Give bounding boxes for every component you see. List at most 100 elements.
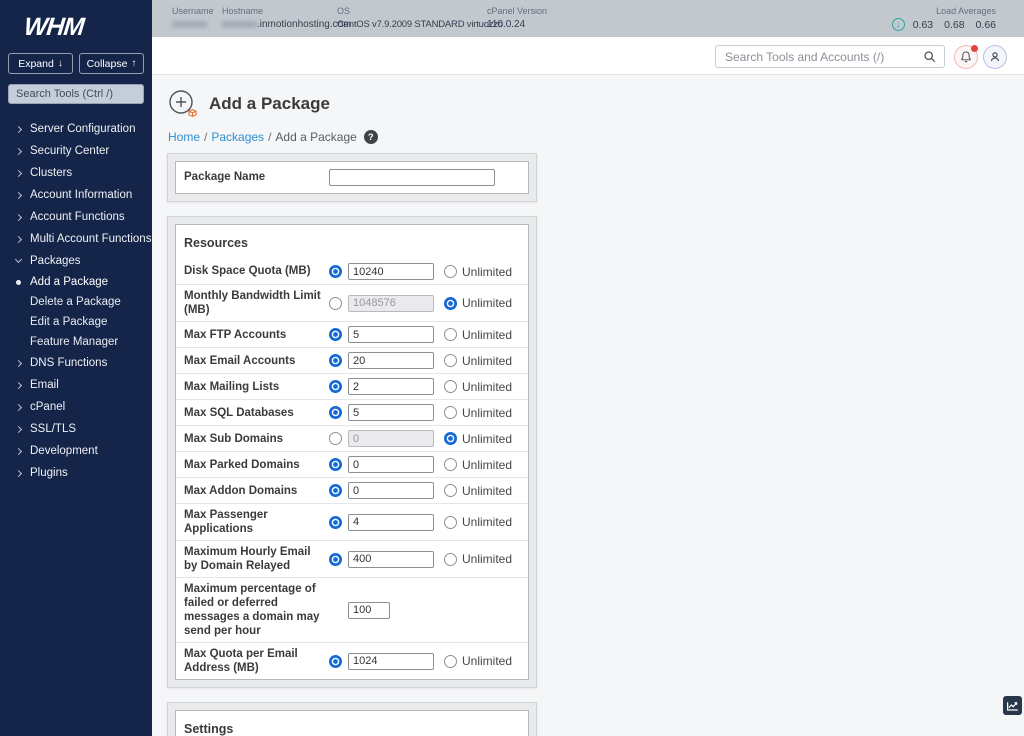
expand-label: Expand	[18, 57, 54, 70]
limit-input[interactable]	[348, 352, 434, 370]
sidebar-item-edit-a-package[interactable]: Edit a Package	[0, 312, 152, 332]
search-icon[interactable]	[923, 50, 937, 64]
sidebar-item-account-functions[interactable]: Account Functions	[0, 206, 152, 228]
chevron-right-icon	[14, 381, 23, 389]
cpanel-version-label: cPanel Version	[487, 6, 548, 16]
sidebar-item-security-center[interactable]: Security Center	[0, 140, 152, 162]
unlimited-radio[interactable]	[444, 354, 457, 368]
breadcrumb: Home / Packages / Add a Package?	[168, 130, 1024, 144]
sidebar-subitem-label: Edit a Package	[30, 316, 108, 328]
sidebar-item-delete-a-package[interactable]: Delete a Package	[0, 292, 152, 312]
help-icon[interactable]: ?	[363, 130, 378, 144]
sidebar-item-account-information[interactable]: Account Information	[0, 184, 152, 206]
sidebar-item-ssl-tls[interactable]: SSL/TLS	[0, 418, 152, 440]
sidebar-item-dns-functions[interactable]: DNS Functions	[0, 352, 152, 374]
unlimited-label: Unlimited	[462, 353, 513, 368]
resource-label: Disk Space Quota (MB)	[184, 265, 311, 278]
limit-input[interactable]	[348, 513, 434, 531]
unlimited-label: Unlimited	[462, 457, 513, 472]
limit-input[interactable]	[348, 456, 434, 474]
breadcrumb-home[interactable]: Home	[168, 130, 200, 144]
limit-value-radio[interactable]	[329, 458, 342, 472]
limit-input[interactable]	[348, 326, 434, 344]
unlimited-radio[interactable]	[444, 654, 457, 668]
sidebar-item-label: Email	[30, 379, 59, 391]
sidebar-item-plugins[interactable]: Plugins	[0, 462, 152, 484]
unlimited-radio[interactable]	[444, 552, 457, 566]
resource-controls: Unlimited	[329, 456, 513, 474]
chevron-right-icon	[14, 125, 23, 133]
limit-input[interactable]	[348, 263, 434, 280]
limit-input[interactable]	[348, 550, 434, 568]
sidebar-item-feature-manager[interactable]: Feature Manager	[0, 332, 152, 352]
chevron-right-icon	[14, 359, 23, 367]
sidebar-item-email[interactable]: Email	[0, 374, 152, 396]
expand-button[interactable]: Expand ↓	[8, 53, 73, 74]
add-package-icon	[169, 90, 197, 118]
limit-input[interactable]	[348, 404, 434, 422]
unlimited-radio[interactable]	[444, 432, 457, 446]
resource-controls: Unlimited	[329, 430, 512, 448]
chevron-right-icon	[14, 469, 23, 477]
bell-icon	[961, 51, 971, 63]
unlimited-radio[interactable]	[444, 380, 457, 394]
unlimited-radio[interactable]	[444, 265, 457, 278]
sidebar-item-cpanel[interactable]: cPanel	[0, 396, 152, 418]
limit-input[interactable]	[348, 430, 434, 448]
sidebar-item-add-a-package[interactable]: Add a Package	[0, 272, 152, 292]
resources-heading: Resources	[184, 236, 248, 250]
sidebar-item-clusters[interactable]: Clusters	[0, 162, 152, 184]
notifications-button[interactable]	[954, 45, 978, 69]
global-search	[715, 45, 945, 68]
sidebar-subitem-label: Feature Manager	[30, 336, 119, 348]
unlimited-radio[interactable]	[444, 515, 457, 529]
user-menu-button[interactable]	[983, 45, 1007, 69]
sidebar-nav: Server Configuration Security Center Clust…	[0, 118, 152, 484]
limit-value-radio[interactable]	[329, 328, 342, 342]
limit-input[interactable]	[348, 482, 434, 500]
resource-row: Max FTP Accounts Unlimited	[176, 322, 528, 349]
resource-row: Max Parked Domains Unlimited	[176, 452, 528, 479]
sidebar-search-input[interactable]	[8, 84, 144, 104]
limit-value-radio[interactable]	[329, 406, 342, 420]
chevron-right-icon	[14, 169, 23, 177]
unlimited-radio[interactable]	[444, 296, 457, 310]
limit-value-radio[interactable]	[329, 484, 342, 498]
unlimited-radio[interactable]	[444, 458, 457, 472]
limit-value-radio[interactable]	[329, 432, 342, 446]
package-name-input[interactable]	[329, 169, 495, 186]
sidebar-subitem-label: Delete a Package	[30, 296, 121, 308]
resource-label: Max Mailing Lists	[184, 380, 280, 393]
stats-fab-button[interactable]	[1003, 696, 1022, 715]
limit-value-radio[interactable]	[329, 654, 342, 668]
sidebar-item-development[interactable]: Development	[0, 440, 152, 462]
limit-value-radio[interactable]	[329, 265, 342, 278]
limit-value-radio[interactable]	[329, 515, 342, 529]
limit-input[interactable]	[348, 601, 390, 619]
limit-input[interactable]	[348, 294, 434, 312]
unlimited-label: Unlimited	[462, 379, 513, 394]
collapse-button[interactable]: Collapse ↑	[79, 53, 144, 74]
resource-label: Max SQL Databases	[184, 406, 294, 419]
sidebar-item-multi-account-functions[interactable]: Multi Account Functions	[0, 228, 152, 250]
limit-value-radio[interactable]	[329, 354, 342, 368]
limit-value-radio[interactable]	[329, 552, 342, 566]
chevron-right-icon	[14, 425, 23, 433]
limit-value-radio[interactable]	[329, 380, 342, 394]
breadcrumb-packages[interactable]: Packages	[211, 130, 264, 144]
resource-controls: Unlimited	[329, 294, 512, 312]
sidebar-item-server-configuration[interactable]: Server Configuration	[0, 118, 152, 140]
unlimited-radio[interactable]	[444, 484, 457, 498]
resource-label: Max Parked Domains	[184, 458, 300, 471]
global-search-input[interactable]	[716, 46, 944, 67]
unlimited-radio[interactable]	[444, 328, 457, 342]
resource-row: Maximum Hourly Email by Domain Relayed Un…	[176, 541, 528, 579]
sidebar-item-packages[interactable]: Packages	[0, 250, 152, 272]
limit-input[interactable]	[348, 378, 434, 396]
unlimited-radio[interactable]	[444, 406, 457, 420]
load-down-arrow-icon[interactable]: ↓	[891, 18, 905, 31]
limit-input[interactable]	[348, 652, 434, 670]
cpanel-version-info: cPanel Version 110.0.24	[487, 6, 547, 30]
resource-row: Maximum percentage of failed or deferred…	[176, 578, 528, 644]
limit-value-radio[interactable]	[329, 296, 342, 310]
